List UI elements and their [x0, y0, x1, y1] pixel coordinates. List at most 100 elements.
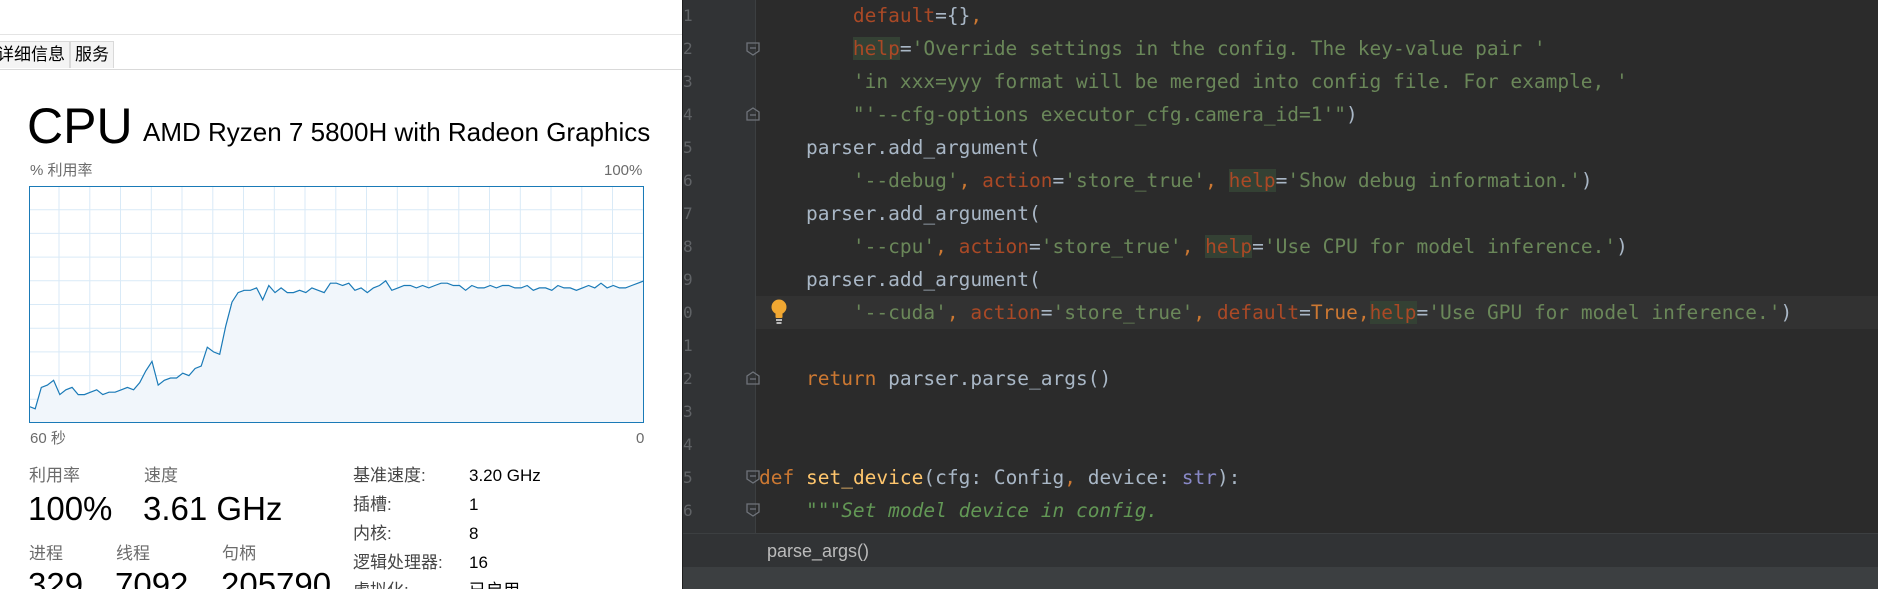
logical-processors-value: 16 [469, 553, 488, 572]
line-number: 5 [683, 138, 693, 157]
code-token: ={} [935, 4, 971, 27]
code-token: , [1205, 169, 1229, 192]
code-token: , [1357, 301, 1370, 324]
tab-divider [0, 69, 682, 70]
line-number: 1 [683, 336, 693, 355]
fold-marker-icon[interactable] [745, 502, 761, 518]
code-token: default [1216, 301, 1300, 324]
threads-label: 线程 [116, 544, 150, 563]
code-line[interactable]: parser.add_argument( [759, 197, 1041, 230]
utilization-value: 100% [28, 490, 113, 527]
code-token: = [1299, 301, 1311, 324]
line-number: 8 [683, 237, 693, 256]
code-token: '--cuda' [852, 301, 947, 324]
code-line[interactable]: help='Override settings in the config. T… [759, 32, 1546, 65]
base-speed-key: 基准速度: [353, 466, 426, 485]
code-token: '--debug' [852, 169, 959, 192]
code-token: = [1416, 301, 1429, 324]
lightbulb-icon[interactable] [769, 298, 789, 326]
code-token: """Set model device in config. [805, 499, 1159, 522]
code-token: 'Show debug information.' [1287, 169, 1581, 192]
processes-label: 进程 [29, 544, 63, 563]
code-editor[interactable]: 1 default={}, 2 help='Override settings i… [682, 0, 1878, 589]
code-token: return [805, 367, 877, 390]
code-token: 'Use GPU for model inference.' [1428, 301, 1781, 324]
code-token: 'Override settings in the config. The ke… [911, 37, 1546, 60]
code-token: def [759, 466, 795, 489]
code-line[interactable]: parser.add_argument( [759, 131, 1041, 164]
code-token: 'store_true' [1052, 301, 1194, 324]
code-token: parser.add_argument( [759, 268, 1041, 291]
code-token: = [1052, 169, 1065, 192]
code-token: str [1181, 466, 1217, 489]
utilization-label: 利用率 [29, 466, 80, 485]
code-token: action [970, 301, 1041, 324]
cpu-title: CPU [27, 98, 133, 154]
code-token: = [899, 37, 912, 60]
fold-marker-icon[interactable] [745, 41, 761, 57]
line-number: 0 [683, 303, 693, 322]
code-token: 'store_true' [1040, 235, 1182, 258]
code-token: = [1275, 169, 1288, 192]
code-token: "'--cfg-options executor_cfg.camera_id=1… [852, 103, 1347, 126]
code-token: default [852, 4, 936, 27]
processes-value: 329 [28, 566, 84, 589]
virtualization-value: 已启用 [469, 581, 520, 589]
code-token: '--cpu' [852, 235, 936, 258]
sockets-key: 插槽: [353, 495, 392, 514]
code-token: ) [1346, 103, 1358, 126]
code-line[interactable]: 'in xxx=yyy format will be merged into c… [759, 65, 1628, 98]
code-line[interactable]: default={}, [759, 0, 982, 32]
line-number: 2 [683, 39, 693, 58]
code-line[interactable]: def set_device(cfg: Config, device: str)… [759, 461, 1240, 494]
code-token: (cfg: Config [923, 466, 1065, 489]
line-number: 4 [683, 105, 693, 124]
line-number: 1 [683, 6, 693, 25]
graph-x-left-label: 60 秒 [30, 430, 66, 447]
tab-services[interactable]: 服务 [70, 41, 114, 68]
code-token: parser.add_argument( [759, 202, 1041, 225]
code-line[interactable]: """Set model device in config. [759, 494, 1158, 527]
code-token: , [1181, 235, 1206, 258]
line-number: 7 [683, 204, 693, 223]
sockets-value: 1 [469, 495, 479, 514]
code-line[interactable]: "'--cfg-options executor_cfg.camera_id=1… [759, 98, 1358, 131]
code-token: 'in xxx=yyy format will be merged into c… [852, 70, 1628, 93]
gutter-divider [755, 0, 756, 589]
code-token: True [1310, 301, 1358, 324]
line-number: 9 [683, 270, 693, 289]
graph-y-max-label: 100% [604, 162, 643, 179]
code-line[interactable]: return parser.parse_args() [759, 362, 1111, 395]
code-token: , [970, 4, 983, 27]
code-token: help [852, 37, 900, 60]
code-line[interactable]: '--cuda', action='store_true', default=T… [759, 296, 1792, 329]
fold-marker-icon[interactable] [745, 469, 761, 485]
line-number: 6 [683, 501, 693, 520]
line-number: 3 [683, 402, 693, 421]
fold-end-icon[interactable] [745, 370, 761, 386]
breadcrumb[interactable]: parse_args() [767, 540, 869, 562]
line-number: 6 [683, 171, 693, 190]
code-token: help [1369, 301, 1417, 324]
speed-label: 速度 [144, 466, 178, 485]
code-token: 'Use CPU for model inference.' [1263, 235, 1617, 258]
code-line[interactable]: '--debug', action='store_true', help='Sh… [759, 164, 1593, 197]
threads-value: 7092 [115, 566, 189, 589]
tab-details[interactable]: 详细信息 [0, 41, 70, 68]
code-line[interactable]: '--cpu', action='store_true', help='Use … [759, 230, 1628, 263]
code-token: ) [1780, 301, 1793, 324]
code-token: parser.add_argument( [759, 136, 1041, 159]
cores-key: 内核: [353, 524, 392, 543]
handles-value: 205790 [221, 566, 332, 589]
code-token: action [982, 169, 1053, 192]
code-token: ) [1580, 169, 1593, 192]
fold-end-icon[interactable] [745, 106, 761, 122]
code-line[interactable]: parser.add_argument( [759, 263, 1041, 296]
code-token: , [1193, 301, 1217, 324]
